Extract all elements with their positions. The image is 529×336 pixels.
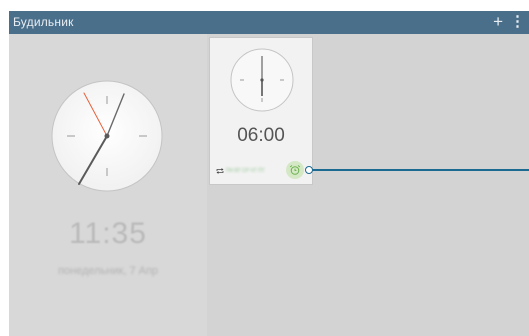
alarm-time: 06:00 [237,125,285,146]
analog-clock [51,80,163,192]
alarm-toggle-button[interactable] [286,161,304,179]
clock-center [104,133,110,139]
repeat-icon [216,168,224,174]
world-clock-date: понедельник, 7 Апр [57,265,159,277]
world-clock-time: 11:35 [69,217,147,250]
more-options-icon[interactable]: ⋮ [510,12,525,32]
callout-marker [305,166,313,174]
app-title: Будильник [13,15,74,29]
add-alarm-button[interactable]: + [493,12,503,32]
alarm-clock-icon [289,165,301,175]
alarm-clock-face-icon [230,48,294,112]
callout-line [308,169,529,171]
alarm-repeat-days: ПН ВТ СР ЧТ ПТ [226,168,265,174]
app-screen: Будильник + ⋮ 11:35 понедельник, 7 Апр 0… [9,11,529,336]
world-clock-panel: 11:35 понедельник, 7 Апр [9,34,207,336]
alarm-card[interactable]: 06:00 ПН ВТ СР ЧТ ПТ [209,37,313,185]
title-bar: Будильник + ⋮ [9,11,529,34]
